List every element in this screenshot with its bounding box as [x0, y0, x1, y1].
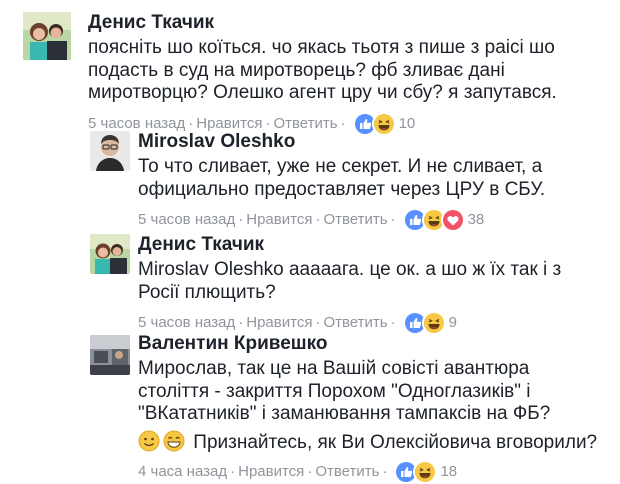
comment-text-line: Miroslav Oleshko ааааага. це ок. а шо ж …	[138, 259, 562, 280]
comment-text: То что сливает, уже не секрет. И не слив…	[138, 156, 545, 201]
separator-dot: ·	[382, 463, 388, 480]
comment-text-line: Признайтесь, як Ви Олексійовича вговорил…	[193, 431, 598, 453]
comment-text-line: подасть в суд на миротворець? фб зливає …	[88, 59, 505, 81]
avatar-photo	[90, 234, 130, 274]
avatar-photo	[90, 335, 130, 375]
avatar[interactable]	[90, 131, 130, 171]
comment-author[interactable]: Miroslav Oleshko	[138, 131, 545, 153]
comment-author[interactable]: Денис Ткачик	[88, 12, 557, 34]
separator-dot: ·	[238, 314, 244, 331]
comment-author[interactable]: Валентин Кривешко	[138, 333, 597, 355]
separator-dot: ·	[307, 463, 313, 480]
avatar[interactable]	[90, 234, 130, 274]
comment-text-line: миротворцю? Олешко агент цру чи сбу? я з…	[88, 82, 557, 103]
reply-link[interactable]: Ответить	[315, 462, 379, 482]
comment-timestamp[interactable]: 4 часа назад	[138, 462, 227, 482]
reply-link[interactable]: Ответить	[323, 313, 387, 333]
comment-text-line: "ВКататників" і заманювання тампаксів на…	[138, 403, 551, 424]
reactions-summary[interactable]	[402, 311, 446, 335]
comment-text-line: поясніть шо коїться. чо якась тьотя з пи…	[88, 37, 555, 58]
comment-text-line: століття - закриття Порохом "Одноглазикі…	[138, 380, 531, 402]
avatar-photo	[23, 12, 71, 60]
slight-smile-emoji	[138, 430, 160, 452]
haha-icon	[421, 311, 446, 335]
reactions-summary[interactable]	[402, 208, 465, 232]
reaction-count[interactable]: 18	[440, 462, 457, 482]
like-link[interactable]: Нравится	[238, 462, 304, 482]
like-link[interactable]: Нравится	[246, 313, 312, 333]
comment-text-line: Мирослав, так це на Вашій совісті авантю…	[138, 358, 530, 379]
separator-dot: ·	[390, 211, 396, 228]
separator-dot: ·	[315, 314, 321, 331]
avatar-photo	[90, 131, 130, 171]
comment-meta: 5 часов назад · Нравится · Ответить · 9	[138, 311, 561, 335]
comment-meta: 5 часов назад · Нравится · Ответить · 38	[138, 208, 545, 232]
comment-text-line: официально предоставляет через ЦРУ в СБУ…	[138, 178, 546, 200]
comment-text-line: Признайтесь, як Ви Олексійовича вговорил…	[138, 430, 597, 455]
comment-timestamp[interactable]: 5 часов назад	[138, 210, 235, 230]
avatar[interactable]	[23, 12, 71, 60]
reaction-count[interactable]: 38	[468, 210, 485, 230]
comment-text-line: Росії плющить?	[138, 281, 276, 303]
like-link[interactable]: Нравится	[246, 210, 312, 230]
reactions-summary[interactable]	[394, 460, 438, 484]
comment-text: Мирослав, так це на Вашій совісті авантю…	[138, 358, 597, 454]
haha-icon	[413, 460, 438, 484]
comment-timestamp[interactable]: 5 часов назад	[138, 313, 235, 333]
avatar[interactable]	[90, 335, 130, 375]
separator-dot: ·	[230, 463, 236, 480]
comment-meta: 4 часа назад · Нравится · Ответить · 18	[138, 460, 597, 484]
comment-author[interactable]: Денис Ткачик	[138, 234, 561, 256]
comment-text: Miroslav Oleshko ааааага. це ок. а шо ж …	[138, 259, 561, 304]
separator-dot: ·	[238, 211, 244, 228]
separator-dot: ·	[315, 211, 321, 228]
separator-dot: ·	[390, 314, 396, 331]
comment-text-line: То что сливает, уже не секрет. И не слив…	[138, 156, 543, 177]
love-icon	[440, 208, 465, 232]
grin-emoji	[163, 430, 185, 452]
reaction-count[interactable]: 9	[449, 313, 457, 333]
reply-link[interactable]: Ответить	[323, 210, 387, 230]
comment-text: поясніть шо коїться. чо якась тьотя з пи…	[88, 37, 557, 105]
